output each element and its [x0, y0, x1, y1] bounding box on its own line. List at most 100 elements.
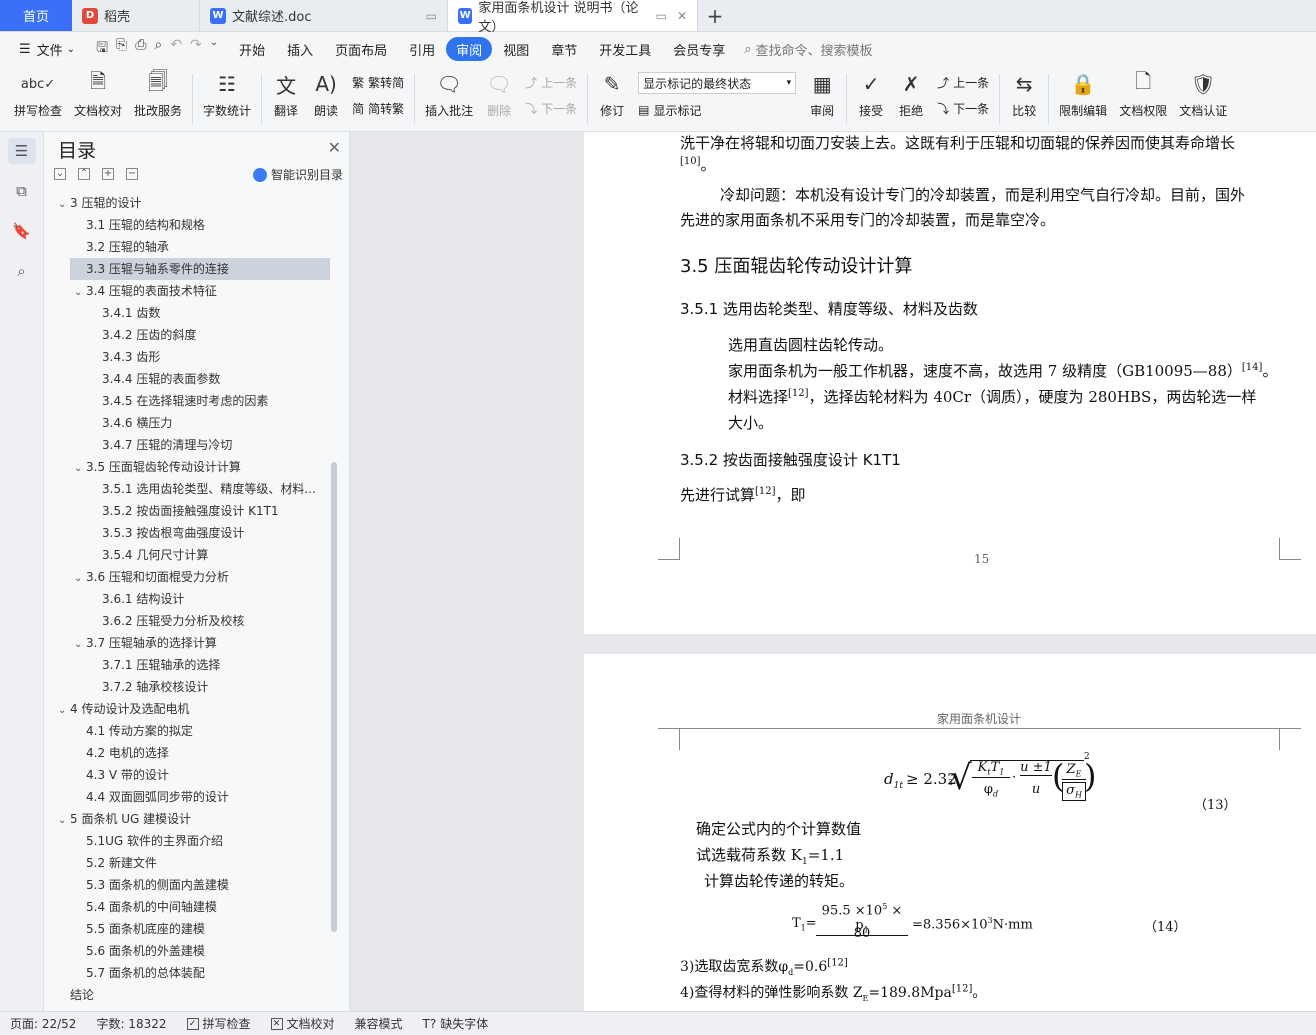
restrict-editing-button[interactable]: 🔒 限制编辑: [1053, 66, 1113, 128]
new-tab-button[interactable]: +: [698, 0, 732, 31]
accept-button[interactable]: ✓ 接受: [851, 66, 891, 128]
toc-item[interactable]: 3.4.1 齿数: [44, 302, 334, 324]
command-search[interactable]: ⌕ 查找命令、搜索模板: [744, 40, 872, 59]
proofread-toggle[interactable]: ✕ 文档校对: [270, 1015, 335, 1032]
undo-icon[interactable]: ↶: [170, 37, 182, 61]
toc-item[interactable]: 5.5 面条机底座的建模: [44, 918, 334, 940]
tab-current-document[interactable]: W 家用面条机设计 说明书（论文） ▭ ✕: [448, 0, 698, 35]
add-level-icon[interactable]: +: [102, 168, 114, 180]
toc-item[interactable]: 3.4.2 压齿的斜度: [44, 324, 334, 346]
tab-literature-review[interactable]: W 文献综述.doc ▭: [200, 0, 448, 31]
spell-check-toggle[interactable]: ✓ 拼写检查: [186, 1015, 251, 1032]
document-permission-button[interactable]: 🗋 文档权限: [1113, 66, 1173, 128]
prev-change-button[interactable]: ⤴ 上一条: [937, 72, 989, 92]
document-area[interactable]: 洗干净在将辊和切面刀安装上去。这既有利于压辊和切面辊的保养因而使其寿命增长 [1…: [350, 132, 1316, 1011]
toc-item[interactable]: 3.5.1 选用齿轮类型、精度等级、材料...: [44, 478, 334, 500]
toc-item[interactable]: 5.7 面条机的总体装配: [44, 962, 334, 984]
chevron-down-icon[interactable]: ⌄: [58, 700, 70, 720]
trad-to-simp-button[interactable]: 繁繁转简: [352, 72, 404, 92]
chapter-icon[interactable]: ⧉: [8, 178, 36, 204]
tab-daoke[interactable]: D 稻壳: [72, 0, 200, 31]
menu-page-layout[interactable]: 页面布局: [324, 37, 398, 61]
toc-item[interactable]: 4.3 V 带的设计: [44, 764, 334, 786]
remove-level-icon[interactable]: −: [126, 168, 138, 180]
prev-comment-button[interactable]: ⤴ 上一条: [525, 72, 577, 92]
toc-item[interactable]: 3.6.1 结构设计: [44, 588, 334, 610]
toc-item[interactable]: 3.5.4 几何尺寸计算: [44, 544, 334, 566]
collapse-all-icon[interactable]: ⌄: [54, 168, 66, 180]
chevron-down-icon[interactable]: ⌄: [210, 37, 218, 61]
menu-view[interactable]: 视图: [492, 37, 540, 61]
toc-item[interactable]: ⌄ 3.5 压面辊齿轮传动设计计算: [44, 456, 334, 478]
monitor-icon[interactable]: ▭: [426, 9, 437, 23]
toc-item[interactable]: 3.4.5 在选择辊速时考虑的因素: [44, 390, 334, 412]
toc-item[interactable]: 5.1UG 软件的主界面介绍: [44, 830, 334, 852]
toc-item[interactable]: 4.4 双面圆弧同步带的设计: [44, 786, 334, 808]
search-icon[interactable]: ⌕: [8, 258, 36, 284]
proofread-button[interactable]: 🗎 文档校对: [68, 66, 128, 128]
bookmark-icon[interactable]: 🔖: [8, 218, 36, 244]
chevron-down-icon[interactable]: ⌄: [58, 194, 70, 214]
redo-icon[interactable]: ↷: [190, 37, 202, 61]
chevron-down-icon[interactable]: ⌄: [74, 634, 86, 654]
export-icon[interactable]: ⎘: [116, 37, 127, 61]
next-comment-button[interactable]: ⤵ 下一条: [525, 98, 577, 118]
insert-comment-button[interactable]: 🗨 插入批注: [419, 66, 479, 128]
toc-item[interactable]: 4.1 传动方案的拟定: [44, 720, 334, 742]
toc-item[interactable]: 3.5.3 按齿根弯曲强度设计: [44, 522, 334, 544]
toc-item[interactable]: ⌄ 5 面条机 UG 建模设计: [44, 808, 334, 830]
toc-item[interactable]: 5.6 面条机的外盖建模: [44, 940, 334, 962]
tab-home[interactable]: 首页: [0, 0, 72, 31]
toc-item[interactable]: 3.4.3 齿形: [44, 346, 334, 368]
toc-item[interactable]: 3.7.1 压辊轴承的选择: [44, 654, 334, 676]
toc-item[interactable]: 3.5.2 按齿面接触强度设计 K1T1: [44, 500, 334, 522]
print-icon[interactable]: ⎙: [135, 37, 146, 61]
missing-font-button[interactable]: T? 缺失字体: [423, 1015, 489, 1032]
toc-item[interactable]: 5.3 面条机的侧面内盖建模: [44, 874, 334, 896]
toc-item[interactable]: 3.1 压辊的结构和规格: [44, 214, 334, 236]
toc-item[interactable]: 3.3 压辊与轴系零件的连接: [70, 258, 330, 280]
toc-item[interactable]: 3.4.4 压辊的表面参数: [44, 368, 334, 390]
next-change-button[interactable]: ⤵ 下一条: [937, 98, 989, 118]
toc-item[interactable]: ⌄ 3.7 压辊轴承的选择计算: [44, 632, 334, 654]
save-icon[interactable]: 🖫: [96, 37, 108, 61]
review-pane-button[interactable]: ▦ 审阅: [802, 66, 842, 128]
spell-check-button[interactable]: abc✓ 拼写检查: [8, 66, 68, 128]
menu-references[interactable]: 引用: [398, 37, 446, 61]
toc-item[interactable]: ⌄ 3.4 压辊的表面技术特征: [44, 280, 334, 302]
document-certify-button[interactable]: 🛡 文档认证: [1173, 66, 1233, 128]
toc-item[interactable]: ⌄ 3.6 压辊和切面棍受力分析: [44, 566, 334, 588]
print-preview-icon[interactable]: ⌕: [154, 37, 162, 61]
toc-item[interactable]: 3.4.6 横压力: [44, 412, 334, 434]
toc-scrollbar[interactable]: [331, 462, 337, 932]
track-changes-button[interactable]: ✎ 修订: [592, 66, 632, 128]
toc-item[interactable]: ⌄ 4 传动设计及选配电机: [44, 698, 334, 720]
toc-item[interactable]: 结论: [44, 984, 334, 1004]
toc-item[interactable]: 3.2 压辊的轴承: [44, 236, 334, 258]
chevron-down-icon[interactable]: ⌄: [58, 810, 70, 830]
chevron-down-icon[interactable]: ⌄: [74, 458, 86, 478]
toc-item[interactable]: 5.4 面条机的中间轴建模: [44, 896, 334, 918]
toc-item[interactable]: 3.4.7 压辊的清理与冷切: [44, 434, 334, 456]
toc-icon[interactable]: ☰: [7, 138, 36, 164]
word-count-indicator[interactable]: 字数: 18322: [96, 1015, 166, 1032]
annotation-service-button[interactable]: 🗐 批改服务: [128, 66, 188, 128]
toc-item[interactable]: 3.6.2 压辊受力分析及校核: [44, 610, 334, 632]
menu-home[interactable]: 开始: [228, 37, 276, 61]
page-indicator[interactable]: 页面: 22/52: [10, 1015, 76, 1032]
delete-comment-button[interactable]: 🗨 删除: [479, 66, 519, 128]
reject-button[interactable]: ✗ 拒绝: [891, 66, 931, 128]
compare-button[interactable]: ⇆ 比较: [1004, 66, 1044, 128]
close-icon[interactable]: ✕: [328, 138, 341, 157]
simp-to-trad-button[interactable]: 简简转繁: [352, 98, 404, 118]
word-count-button[interactable]: ☷ 字数统计: [197, 66, 257, 128]
smart-toc-button[interactable]: 智能识别目录: [252, 166, 343, 183]
expand-all-icon[interactable]: ⌃: [78, 168, 90, 180]
menu-developer[interactable]: 开发工具: [588, 37, 662, 61]
compat-mode-indicator[interactable]: 兼容模式: [355, 1015, 403, 1032]
markup-state-select[interactable]: 显示标记的最终状态 ▾: [638, 72, 797, 94]
show-markup-button[interactable]: ▤ 显示标记: [638, 100, 796, 120]
chevron-down-icon[interactable]: ⌄: [74, 568, 86, 588]
menu-member[interactable]: 会员专享: [662, 37, 736, 61]
toc-item[interactable]: 5.2 新建文件: [44, 852, 334, 874]
